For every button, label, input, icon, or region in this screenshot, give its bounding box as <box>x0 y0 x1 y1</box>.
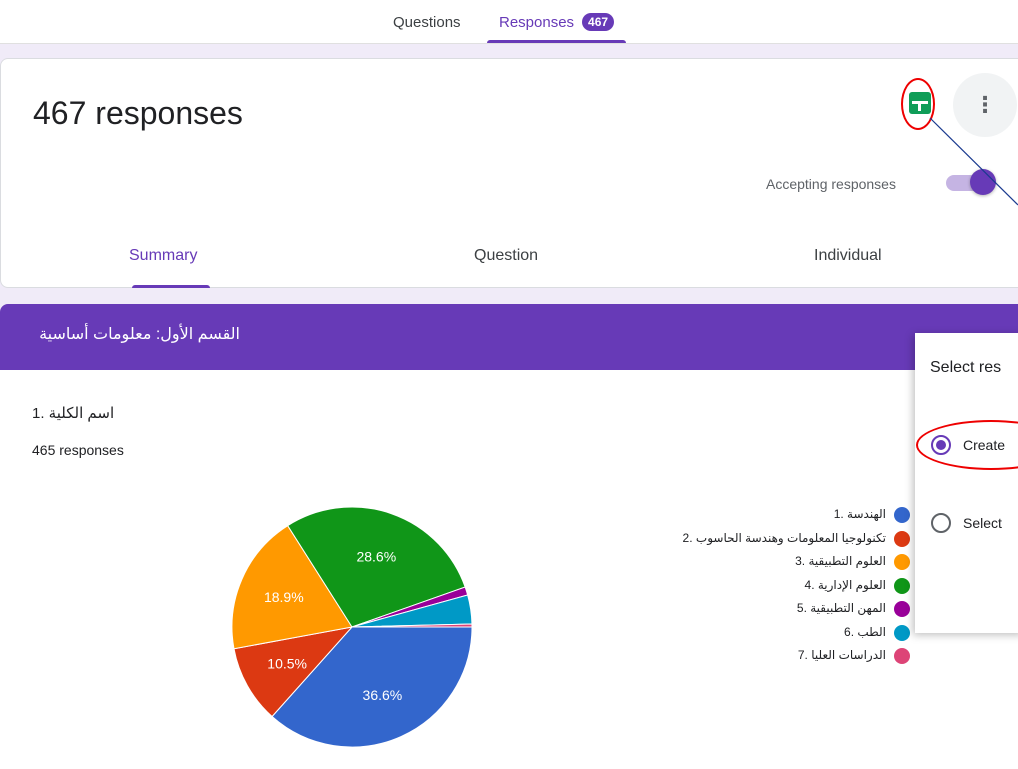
annotation-line <box>929 117 1018 206</box>
